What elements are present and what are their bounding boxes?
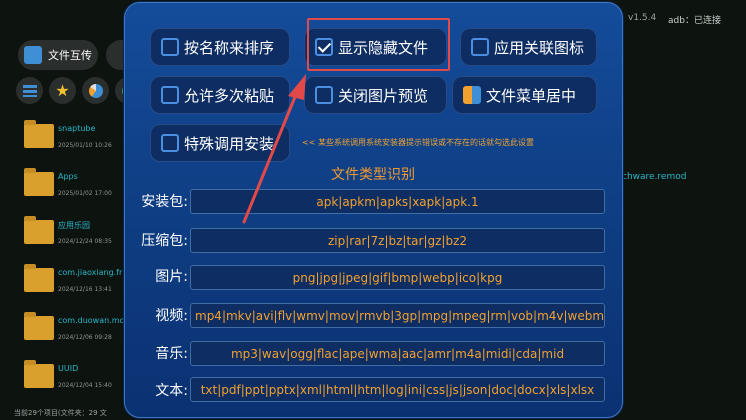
checkbox-icon[interactable] <box>161 38 179 56</box>
favorites-button[interactable]: ★ <box>49 77 76 104</box>
file-menu-icon[interactable] <box>463 86 481 104</box>
archive-label: 压缩包: <box>141 233 188 249</box>
file-name[interactable]: 应用乐园 <box>58 220 90 231</box>
highlight-box <box>307 18 450 71</box>
special-install-hint: << 某些系统调用系统安装器提示错误或不存在的话就勾选此设置 <box>302 138 534 147</box>
option-label: 关闭图片预览 <box>338 86 429 105</box>
option-label: 按名称来排序 <box>184 38 275 57</box>
file-date: 2025/01/02 17:00 <box>58 190 112 197</box>
file-date: 2024/12/06 09:28 <box>58 334 112 341</box>
adb-status: adb：已连接 <box>668 16 721 26</box>
checkbox-icon[interactable] <box>161 86 179 104</box>
file-date: 2024/12/24 08:35 <box>58 238 112 245</box>
apk-label: 安装包: <box>141 194 188 210</box>
folder-icon[interactable] <box>24 360 54 388</box>
folder-icon[interactable] <box>24 216 54 244</box>
file-transfer-label: 文件互传 <box>48 49 92 62</box>
app-version: v1.5.4 <box>628 13 657 23</box>
file-name[interactable]: UUID <box>58 364 78 373</box>
option-app-icons[interactable]: 应用关联图标 <box>460 28 597 66</box>
apk-types-field[interactable]: apk|apkm|apks|xapk|apk.1 <box>190 189 605 214</box>
file-transfer-button[interactable]: 文件互传 <box>18 40 98 70</box>
option-label: 文件菜单居中 <box>486 86 577 105</box>
file-types-title: 文件类型识别 <box>331 167 415 183</box>
option-multi-paste[interactable]: 允许多次粘贴 <box>150 76 290 114</box>
option-label: 特殊调用安装 <box>184 134 275 153</box>
text-types-field[interactable]: txt|pdf|ppt|pptx|xml|html|htm|log|ini|cs… <box>190 377 605 402</box>
option-label: 应用关联图标 <box>494 38 585 57</box>
status-bar: 当前29个项目(文件夹：29 文 <box>14 409 107 417</box>
text-label: 文本: <box>155 383 188 399</box>
video-label: 视频: <box>155 308 188 324</box>
file-date: 2024/12/16 13:41 <box>58 286 112 293</box>
folder-icon[interactable] <box>24 120 54 148</box>
archive-types-field[interactable]: zip|rar|7z|bz|tar|gz|bz2 <box>190 228 605 253</box>
option-menu-center[interactable]: 文件菜单居中 <box>452 76 597 114</box>
checkbox-icon[interactable] <box>161 134 179 152</box>
checkbox-icon[interactable] <box>315 86 333 104</box>
file-name[interactable]: com.jiaoxiang.fr <box>58 268 122 277</box>
file-date: 2024/12/04 15:40 <box>58 382 112 389</box>
list-icon <box>22 84 37 97</box>
option-sort-by-name[interactable]: 按名称来排序 <box>150 28 290 66</box>
video-types-field[interactable]: mp4|mkv|avi|flv|wmv|mov|rmvb|3gp|mpg|mpe… <box>190 303 605 328</box>
music-types-field[interactable]: mp3|wav|ogg|flac|ape|wma|aac|amr|m4a|mid… <box>190 341 605 366</box>
toolbar-button[interactable] <box>106 40 126 70</box>
folder-icon[interactable] <box>24 312 54 340</box>
file-transfer-icon <box>24 46 42 64</box>
folder-icon[interactable] <box>24 264 54 292</box>
file-date: 2025/01/10 10:26 <box>58 142 112 149</box>
list-view-button[interactable] <box>16 77 43 104</box>
image-types-field[interactable]: png|jpg|jpeg|gif|bmp|webp|ico|kpg <box>190 265 605 290</box>
option-label: 允许多次粘贴 <box>184 86 275 105</box>
file-name[interactable]: snaptube <box>58 124 95 133</box>
music-label: 音乐: <box>155 346 188 362</box>
star-icon: ★ <box>55 80 70 100</box>
file-name[interactable]: com.duowan.mo <box>58 316 124 325</box>
storage-button[interactable] <box>82 77 109 104</box>
pie-chart-icon <box>88 83 103 98</box>
option-close-preview[interactable]: 关闭图片预览 <box>304 76 447 114</box>
image-label: 图片: <box>155 269 188 285</box>
option-special-install[interactable]: 特殊调用安装 <box>150 124 290 162</box>
checkbox-icon[interactable] <box>471 38 489 56</box>
